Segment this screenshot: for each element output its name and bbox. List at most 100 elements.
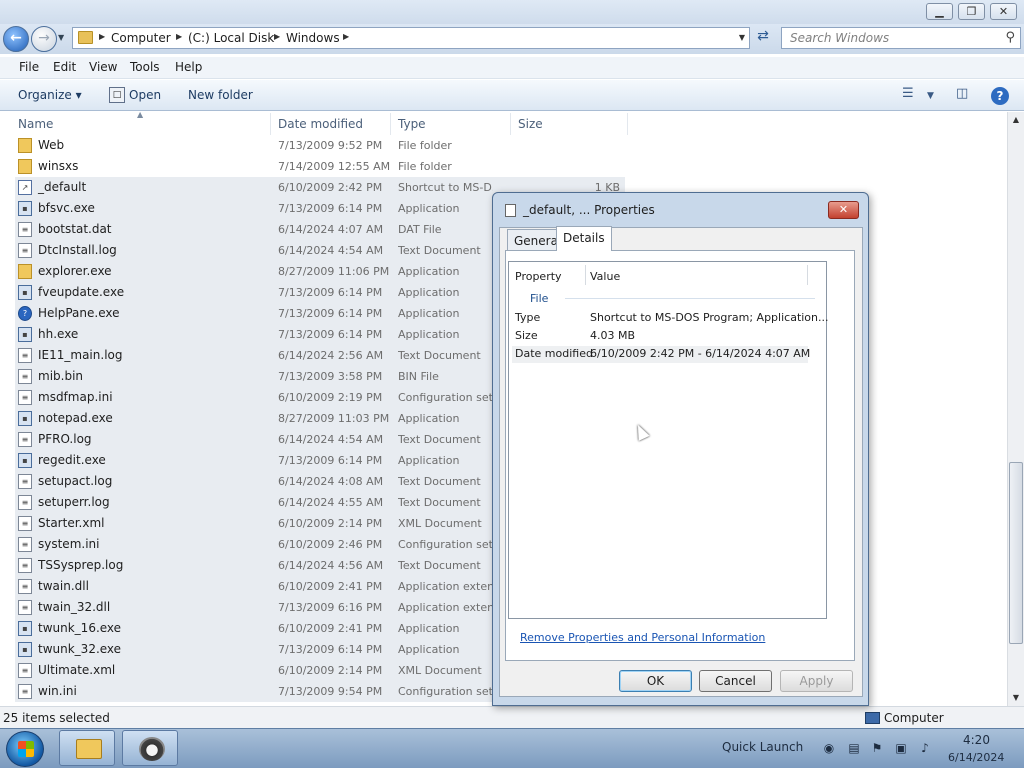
column-divider[interactable]: [807, 265, 808, 285]
file-date-modified: 7/13/2009 6:14 PM: [278, 286, 383, 299]
restore-button[interactable]: ❐: [958, 3, 985, 20]
cancel-button[interactable]: Cancel: [699, 670, 772, 692]
vertical-scrollbar[interactable]: ▲ ▼: [1007, 112, 1024, 706]
scrollbar-thumb[interactable]: [1009, 462, 1023, 644]
file-date-modified: 6/10/2009 2:46 PM: [278, 538, 383, 551]
column-header-size[interactable]: Size: [518, 117, 543, 131]
column-header-name[interactable]: Name: [18, 117, 53, 131]
file-icon: ≡: [18, 516, 32, 531]
flag-icon[interactable]: ⚑: [870, 741, 884, 755]
address-dropdown-icon[interactable]: ▼: [739, 33, 745, 42]
file-name: twain_32.dll: [38, 600, 111, 614]
breadcrumb-windows[interactable]: Windows: [286, 31, 340, 45]
file-name: bfsvc.exe: [38, 201, 95, 215]
property-type-value[interactable]: Shortcut to MS-DOS Program; Application.…: [590, 311, 829, 324]
file-row[interactable]: Web 7/13/2009 9:52 PM File folder: [15, 135, 625, 156]
file-date-modified: 6/10/2009 2:42 PM: [278, 181, 383, 194]
remove-properties-link[interactable]: Remove Properties and Personal Informati…: [520, 631, 765, 644]
clock-date[interactable]: 6/14/2024: [948, 751, 1004, 764]
file-date-modified: 7/13/2009 6:14 PM: [278, 643, 383, 656]
chevron-right-icon[interactable]: ▶: [343, 32, 349, 41]
taskbar-app-button[interactable]: [122, 730, 178, 766]
breadcrumb-computer[interactable]: Computer: [111, 31, 171, 45]
refresh-icon[interactable]: ⇄: [752, 28, 774, 48]
clock-time[interactable]: 4:20: [963, 733, 990, 747]
change-view-icon[interactable]: ☰: [902, 86, 914, 101]
file-icon: ≡: [18, 558, 32, 573]
file-icon: ≡: [18, 243, 32, 258]
quick-launch-label[interactable]: Quick Launch: [722, 740, 803, 754]
menu-tools[interactable]: Tools: [130, 60, 160, 74]
dialog-close-button[interactable]: ✕: [828, 201, 859, 219]
file-row[interactable]: winsxs 7/14/2009 12:55 AM File folder: [15, 156, 625, 177]
file-type: DAT File: [398, 223, 442, 236]
menu-view[interactable]: View: [89, 60, 117, 74]
file-date-modified: 6/14/2024 4:55 AM: [278, 496, 384, 509]
column-header-value[interactable]: Value: [590, 270, 620, 283]
file-name: twain.dll: [38, 579, 89, 593]
open-button[interactable]: Open: [129, 88, 161, 102]
properties-list[interactable]: Property Value File Type Shortcut to MS-…: [508, 261, 829, 619]
document-icon[interactable]: ▤: [847, 741, 861, 755]
security-shield-icon[interactable]: ◉: [822, 741, 836, 755]
file-date-modified: 8/27/2009 11:06 PM: [278, 265, 390, 278]
open-icon[interactable]: □: [109, 87, 125, 103]
address-bar[interactable]: ▶ Computer ▶ (C:) Local Disk ▶ Windows ▶…: [72, 27, 750, 49]
file-type: File folder: [398, 160, 452, 173]
menu-help[interactable]: Help: [175, 60, 202, 74]
file-icon: ≡: [18, 390, 32, 405]
column-header-type[interactable]: Type: [398, 117, 426, 131]
scroll-up-icon[interactable]: ▲: [1008, 112, 1024, 128]
close-window-button[interactable]: ✕: [990, 3, 1017, 20]
window-title-bar: ▁ ❐ ✕: [0, 0, 1024, 24]
help-icon[interactable]: ?: [991, 87, 1009, 105]
search-placeholder: Search Windows: [790, 31, 890, 45]
column-divider[interactable]: [270, 113, 271, 135]
back-button[interactable]: ←: [3, 26, 29, 52]
file-type: File folder: [398, 139, 452, 152]
folder-icon: [76, 739, 102, 759]
column-divider[interactable]: [510, 113, 511, 135]
folder-icon: [18, 264, 32, 279]
column-header-date-modified[interactable]: Date modified: [278, 117, 363, 131]
start-button[interactable]: [6, 731, 44, 767]
menu-file[interactable]: File: [19, 60, 39, 74]
menu-edit[interactable]: Edit: [53, 60, 76, 74]
column-divider[interactable]: [627, 113, 628, 135]
file-date-modified: 6/14/2024 2:56 AM: [278, 349, 384, 362]
chevron-right-icon[interactable]: ▶: [274, 32, 280, 41]
ok-button[interactable]: OK: [619, 670, 692, 692]
tab-details[interactable]: Details: [556, 226, 612, 251]
file-type: Application: [398, 622, 460, 635]
property-size-value[interactable]: 4.03 MB: [590, 329, 635, 342]
new-folder-button[interactable]: New folder: [188, 88, 253, 102]
view-options-dropdown-icon[interactable]: ▼: [927, 91, 934, 101]
apply-button[interactable]: Apply: [780, 670, 853, 692]
help-icon: ?: [18, 306, 32, 321]
column-header-property[interactable]: Property: [515, 270, 562, 283]
file-name: _default: [38, 180, 87, 194]
taskbar-explorer-button[interactable]: [59, 730, 115, 766]
chevron-right-icon[interactable]: ▶: [176, 32, 182, 41]
computer-icon: [865, 712, 880, 724]
file-icon: ≡: [18, 600, 32, 615]
file-icon: ≡: [18, 537, 32, 552]
chevron-right-icon[interactable]: ▶: [99, 32, 105, 41]
organize-button[interactable]: Organize ▾: [18, 88, 82, 102]
property-date-modified-value[interactable]: 6/10/2009 2:42 PM - 6/14/2024 4:07 AM: [590, 347, 810, 360]
file-name: setuperr.log: [38, 495, 110, 509]
file-icon: ≡: [18, 474, 32, 489]
recent-pages-dropdown-icon[interactable]: ▼: [58, 33, 64, 42]
preview-pane-icon[interactable]: ◫: [956, 86, 968, 101]
forward-button[interactable]: →: [31, 26, 57, 52]
column-divider[interactable]: [585, 265, 586, 285]
breadcrumb-local-disk[interactable]: (C:) Local Disk: [188, 31, 274, 45]
search-input[interactable]: Search Windows ⚲: [781, 27, 1021, 49]
volume-muted-icon[interactable]: ♪: [918, 741, 932, 755]
search-icon[interactable]: ⚲: [1005, 30, 1015, 45]
network-icon[interactable]: ▣: [894, 741, 908, 755]
scroll-down-icon[interactable]: ▼: [1008, 690, 1024, 706]
file-icon: ≡: [18, 579, 32, 594]
minimize-button[interactable]: ▁: [926, 3, 953, 20]
column-divider[interactable]: [390, 113, 391, 135]
